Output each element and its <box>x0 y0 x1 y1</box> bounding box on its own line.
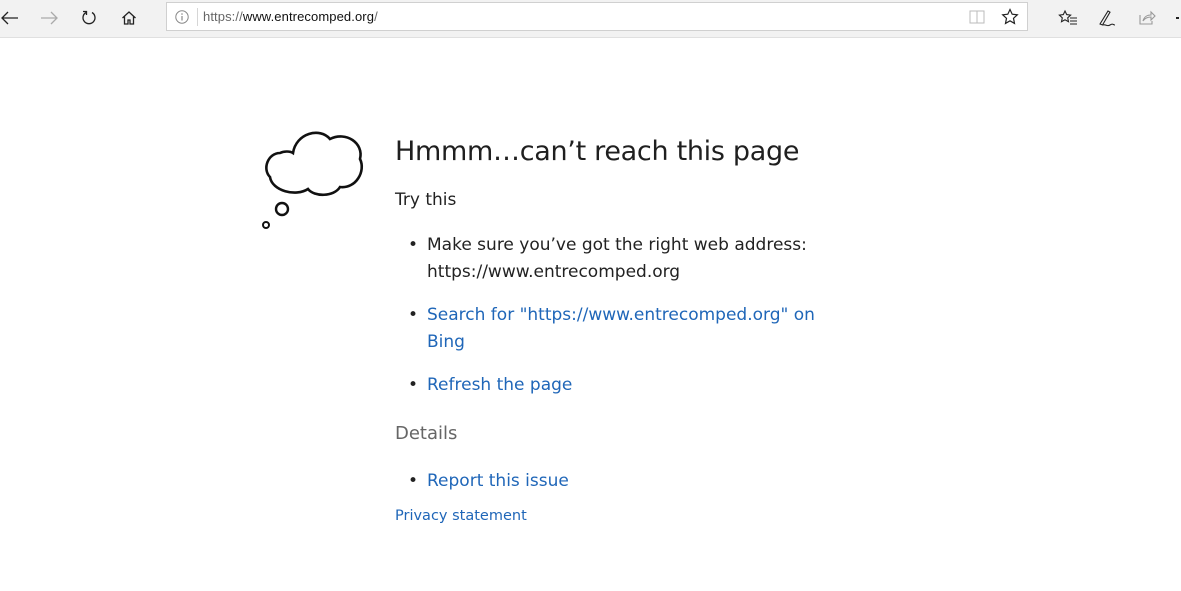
address-divider <box>197 8 198 26</box>
favorite-star-icon[interactable] <box>1001 8 1019 26</box>
error-content: Hmmm…can’t reach this page Try this Make… <box>395 132 815 524</box>
forward-button[interactable] <box>34 4 64 32</box>
notes-button[interactable] <box>1092 4 1122 32</box>
suggestions-list: Make sure you’ve got the right web addre… <box>395 232 815 399</box>
suggestion-check-address: Make sure you’ve got the right web addre… <box>395 232 815 286</box>
report-issue-link[interactable]: Report this issue <box>395 468 815 495</box>
back-arrow-icon <box>1 11 18 25</box>
share-icon <box>1139 10 1156 25</box>
favorites-button[interactable] <box>1053 4 1083 32</box>
more-button[interactable] <box>1176 17 1179 19</box>
refresh-icon <box>82 10 96 25</box>
thought-cloud-icon <box>262 131 363 229</box>
browser-toolbar: https://www.entrecomped.org/ <box>0 0 1181 38</box>
share-button[interactable] <box>1132 4 1162 32</box>
refresh-button[interactable] <box>74 4 104 32</box>
address-bar[interactable]: https://www.entrecomped.org/ <box>166 2 1028 31</box>
home-icon <box>122 11 136 25</box>
page-title: Hmmm…can’t reach this page <box>395 136 800 167</box>
details-heading[interactable]: Details <box>395 423 815 444</box>
home-button[interactable] <box>114 4 144 32</box>
info-icon[interactable] <box>174 9 190 25</box>
try-this-heading: Try this <box>395 190 457 210</box>
reading-view-icon[interactable] <box>969 10 985 24</box>
back-button[interactable] <box>0 4 25 32</box>
details-list: Report this issue <box>395 468 815 495</box>
privacy-statement-link[interactable]: Privacy statement <box>395 508 815 524</box>
favorites-list-icon <box>1058 9 1077 25</box>
refresh-page-link[interactable]: Refresh the page <box>395 372 815 399</box>
forward-arrow-icon <box>41 11 58 25</box>
url-path: / <box>374 9 378 24</box>
url-text[interactable]: https://www.entrecomped.org/ <box>203 9 378 24</box>
url-host: www.entrecomped.org <box>242 9 375 24</box>
pen-icon <box>1099 10 1116 27</box>
search-on-bing-link[interactable]: Search for "https://www.entrecomped.org"… <box>395 302 815 356</box>
url-scheme: https:// <box>203 9 243 24</box>
